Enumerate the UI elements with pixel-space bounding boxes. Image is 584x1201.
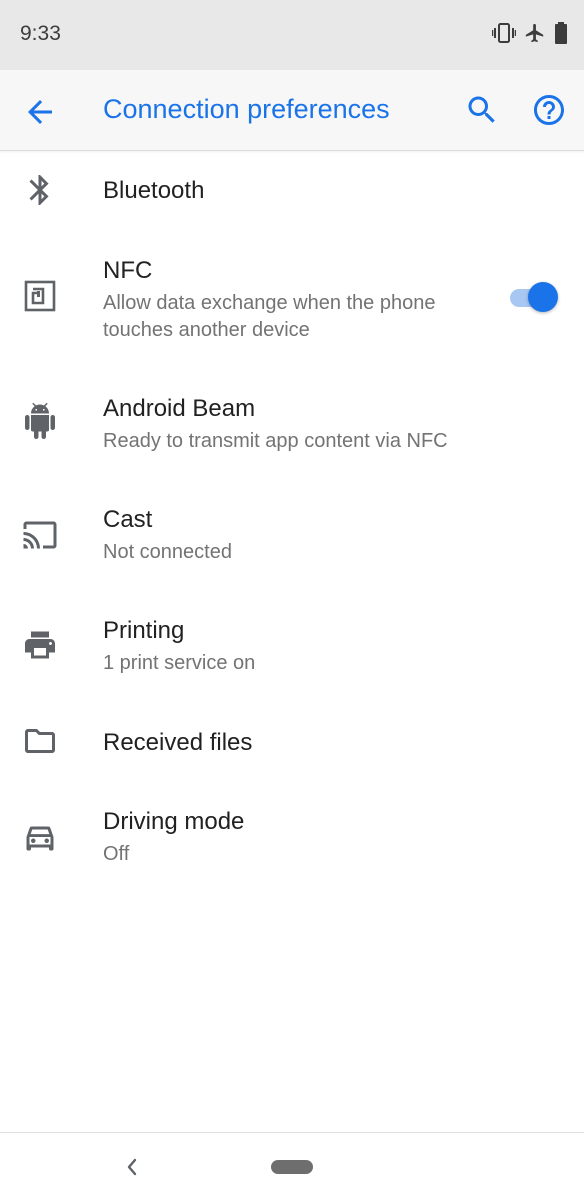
- list-item-label: NFC: [103, 257, 153, 284]
- nfc-icon: [22, 278, 58, 314]
- list-item-subtitle: Off: [103, 843, 130, 865]
- navigation-bar: [0, 1132, 584, 1201]
- toggle-thumb: [528, 282, 558, 312]
- status-time: 9:33: [20, 22, 61, 45]
- list-item-received-files[interactable]: Received files: [0, 703, 584, 783]
- list-item-label: Bluetooth: [103, 177, 205, 204]
- app-bar: Connection preferences: [0, 70, 584, 151]
- page-title: Connection preferences: [103, 94, 390, 124]
- list-item-bluetooth[interactable]: Bluetooth: [0, 150, 584, 230]
- list-item-nfc[interactable]: NFC Allow data exchange when the phone t…: [0, 230, 584, 370]
- list-item-android-beam[interactable]: Android Beam Ready to transmit app conte…: [0, 370, 584, 481]
- list-item-subtitle: 1 print service on: [103, 652, 256, 674]
- help-button[interactable]: [531, 92, 567, 128]
- list-item-printing[interactable]: Printing 1 print service on: [0, 592, 584, 703]
- search-icon: [468, 96, 495, 123]
- nav-back-button[interactable]: [120, 1155, 144, 1179]
- car-icon: [22, 819, 58, 855]
- list-item-label: Driving mode: [103, 808, 245, 835]
- list-item-label: Printing: [103, 617, 185, 644]
- folder-icon: [22, 723, 58, 759]
- list-item-label: Cast: [103, 506, 153, 533]
- list-item-label: Android Beam: [103, 395, 256, 422]
- help-icon: [534, 95, 564, 125]
- status-bar: 9:33: [0, 0, 584, 70]
- status-icons: [492, 22, 568, 44]
- airplane-icon: [524, 22, 546, 44]
- list-item-subtitle: Not connected: [103, 541, 232, 563]
- vibrate-icon: [492, 22, 516, 44]
- bluetooth-icon: [22, 172, 58, 208]
- list-item-subtitle: Ready to transmit app content via NFC: [103, 430, 448, 452]
- list-item-driving-mode[interactable]: Driving mode Off: [0, 783, 584, 894]
- search-button[interactable]: [464, 92, 500, 128]
- nav-back-icon: [127, 1158, 137, 1176]
- cast-icon: [22, 517, 58, 553]
- list-item-cast[interactable]: Cast Not connected: [0, 481, 584, 592]
- nfc-toggle[interactable]: [510, 282, 560, 312]
- list-item-subtitle: Allow data exchange when the phone touch…: [103, 292, 436, 341]
- back-button[interactable]: [22, 94, 58, 130]
- android-icon: [22, 403, 58, 439]
- home-pill-icon[interactable]: [271, 1160, 313, 1174]
- print-icon: [22, 627, 58, 663]
- list-item-label: Received files: [103, 729, 253, 756]
- battery-icon: [554, 22, 568, 44]
- arrow-back-icon: [28, 100, 52, 124]
